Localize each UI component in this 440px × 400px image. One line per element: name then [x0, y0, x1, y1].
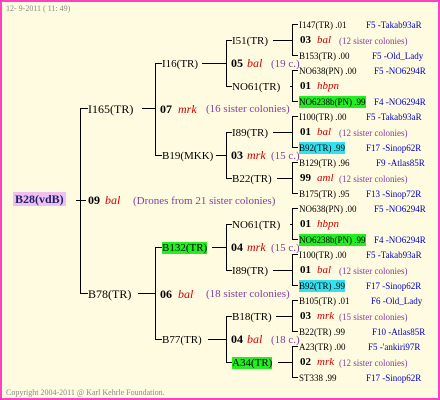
gen4-bottom-code: B22(TR) .99	[299, 327, 345, 337]
gen4-top-ref: F5 -NO6294R	[374, 204, 426, 214]
gen4-bottom-code: B92(TR) .99	[299, 280, 345, 292]
gen1-top-number: 07	[160, 102, 172, 116]
gen2-a-code: I16(TR)	[162, 58, 199, 70]
gen4-bottom-ref: F17 -Sinop62R	[366, 143, 422, 153]
gen4-top-code: I100(TR) .00	[299, 112, 347, 122]
gen4-top-code: A23(TR) .00	[299, 342, 346, 352]
gen4-top-code: NO638(PN) .00	[299, 66, 357, 76]
gen3-d1-code: B18(TR)	[232, 311, 272, 323]
root-line-name: bal	[105, 193, 121, 207]
gen2-c-code: B132(TR)	[162, 242, 208, 254]
gen2-b-note: (15 c.)	[271, 150, 300, 162]
root-queen-code: B28(vdB)	[13, 192, 66, 206]
gen4-note: (12 sister colonies)	[339, 36, 408, 46]
gen4-top-ref: F5 -'ankiri97R	[368, 342, 421, 352]
gen1-top-line-name: mrk	[178, 102, 197, 116]
gen4-bottom-ref: F4 -NO6294R	[374, 235, 426, 245]
gen2-a-number: 05	[231, 56, 243, 70]
gen4-bottom-code: B153(TR) .00	[299, 51, 350, 61]
print-date: 12- 9-2011 ( 11: 49)	[6, 4, 71, 13]
gen4-number: 01	[300, 126, 311, 138]
gen4-note: (12 sister colonies)	[339, 266, 408, 276]
gen4-bottom-code: NO6238b(PN) .99	[299, 234, 366, 246]
gen1-bottom-code: B78(TR)	[88, 287, 132, 301]
root-note: (Drones from 21 sister colonies)	[133, 195, 276, 207]
gen4-bottom-ref: F17 -Sinop62R	[366, 373, 422, 383]
gen1-bottom-number: 06	[160, 287, 172, 301]
pedigree-frame: 12- 9-2011 ( 11: 49) Copyright 2004-2011…	[0, 0, 440, 400]
gen2-b-code: B19(MKK)	[162, 150, 214, 162]
gen3-b2-code: B22(TR)	[232, 173, 272, 185]
gen2-c-note: (15 c.)	[271, 242, 300, 254]
gen4-bottom-ref: F17 -Sinop62R	[366, 281, 422, 291]
gen4-top-ref: F9 -Atlas85R	[376, 158, 425, 168]
gen4-line-name: bal	[317, 34, 332, 46]
gen1-bottom-line-name: bal	[178, 287, 194, 301]
gen2-a-line-name: bal	[247, 56, 263, 70]
gen4-note: (12 sister colonies)	[339, 174, 408, 184]
gen4-bottom-code: ST338 .99	[299, 373, 337, 383]
gen2-c-number: 04	[231, 240, 243, 254]
gen2-d-note: (18 c.)	[271, 334, 300, 346]
gen2-a-note: (19 c.)	[271, 58, 300, 70]
gen4-top-code: B129(TR) .96	[299, 158, 350, 168]
gen4-number: 03	[300, 310, 311, 322]
gen4-number: 03	[300, 34, 311, 46]
gen2-d-code: B77(TR)	[162, 334, 202, 346]
gen1-top-code: I165(TR)	[88, 102, 134, 116]
gen4-number: 01	[300, 80, 311, 92]
gen4-note: (12 sister colonies)	[339, 128, 408, 138]
gen4-top-code: NO638(PN) .00	[299, 204, 357, 214]
gen4-top-code: B105(TR) .01	[299, 296, 350, 306]
gen3-c1-code: NO61(TR)	[232, 219, 281, 231]
gen4-bottom-code: B175(TR) .95	[299, 189, 350, 199]
gen3-c2-code: I89(TR)	[232, 265, 269, 277]
gen4-number: 01	[300, 264, 311, 276]
gen1-bottom-note: (18 sister colonies)	[206, 288, 290, 300]
gen4-bottom-ref: F5 -Old_Lady	[372, 51, 424, 61]
gen2-d-line-name: bal	[247, 332, 263, 346]
gen4-top-ref: F6 -Old_Lady	[371, 296, 423, 306]
gen3-a1-code: I51(TR)	[232, 35, 269, 47]
gen4-bottom-ref: F13 -Sinop72R	[366, 189, 422, 199]
gen4-top-ref: F5 -Takab93aR	[366, 20, 422, 30]
gen4-note: (12 sister colonies)	[339, 358, 408, 368]
gen4-number: 01	[300, 218, 311, 230]
gen4-line-name: hbpn	[317, 218, 339, 230]
gen3-b1-code: I89(TR)	[232, 127, 269, 139]
gen4-line-name: aml	[317, 172, 334, 184]
gen4-number: 02	[300, 356, 311, 368]
gen4-bottom-code: NO6238b(PN) .99	[299, 96, 366, 108]
copyright: Copyright 2004-2011 @ Karl Kehrle Founda…	[6, 388, 165, 397]
gen4-line-name: mrk	[317, 356, 335, 368]
gen4-line-name: hbpn	[317, 80, 339, 92]
gen3-d2-code: A34(TR)	[232, 357, 273, 369]
gen4-top-ref: F5 -Takab93aR	[366, 112, 422, 122]
gen4-bottom-ref: F4 -NO6294R	[374, 97, 426, 107]
gen4-top-code: I100(TR) .00	[299, 250, 347, 260]
gen1-top-note: (16 sister colonies)	[206, 103, 290, 115]
gen4-bottom-ref: F10 -Atlas85R	[372, 327, 426, 337]
gen4-top-ref: F5 -Takab93aR	[366, 250, 422, 260]
gen2-b-number: 03	[231, 148, 243, 162]
gen3-a2-code: NO61(TR)	[232, 81, 281, 93]
gen4-line-name: bal	[317, 126, 332, 138]
gen4-number: 99	[300, 172, 311, 184]
gen4-note: (15 sister colonies)	[339, 312, 408, 322]
gen2-c-line-name: mrk	[247, 240, 266, 254]
gen4-top-code: I147(TR) .01	[299, 20, 347, 30]
gen2-b-line-name: mrk	[247, 148, 266, 162]
gen4-line-name: bal	[317, 264, 332, 276]
gen4-bottom-code: B92(TR) .99	[299, 142, 345, 154]
root-number: 09	[88, 193, 100, 207]
gen4-top-ref: F5 -NO6294R	[374, 66, 426, 76]
gen4-line-name: mrk	[317, 310, 335, 322]
gen2-d-number: 04	[231, 332, 243, 346]
